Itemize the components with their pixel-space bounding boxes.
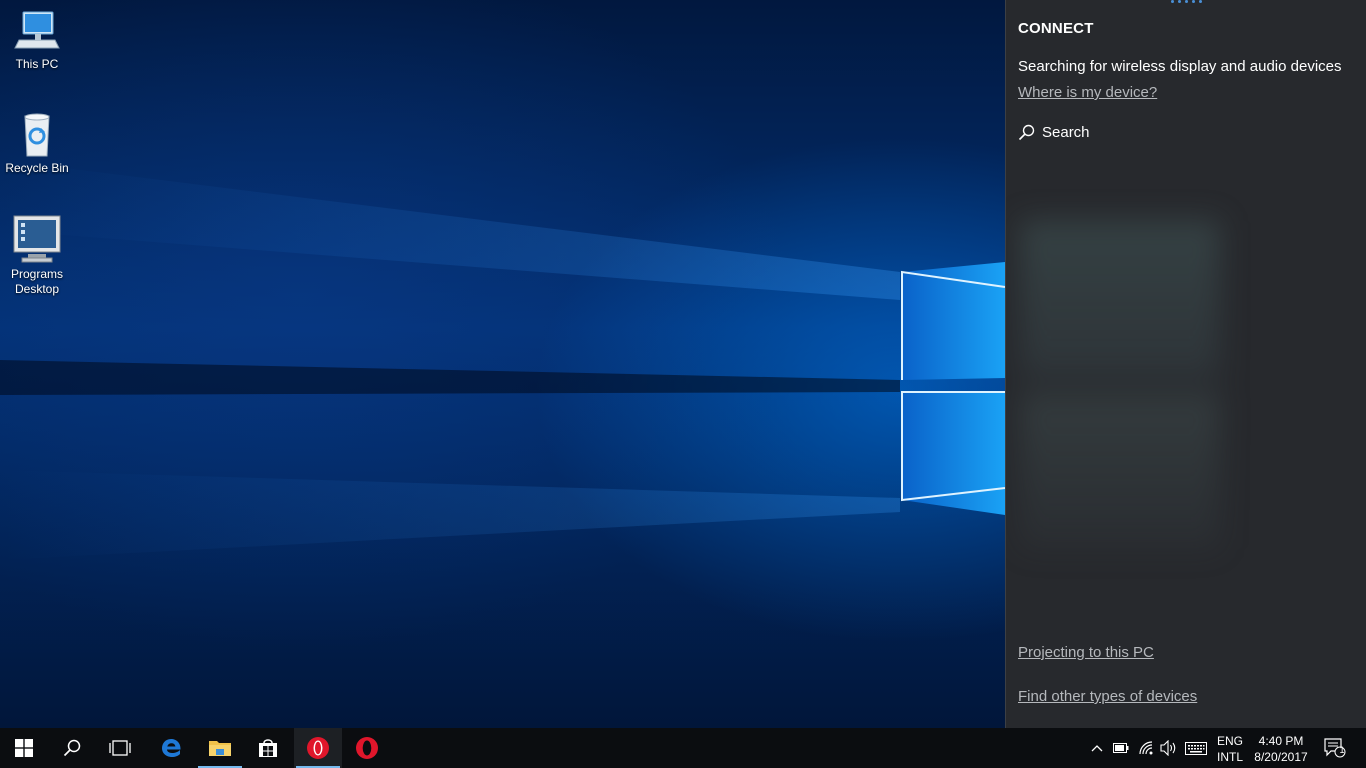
- search-button[interactable]: [48, 728, 96, 768]
- panel-title: CONNECT: [1018, 20, 1094, 37]
- desktop-icon-label: Programs Desktop: [10, 267, 63, 296]
- desktop-icon-recycle-bin[interactable]: Recycle Bin: [0, 112, 74, 176]
- store-button[interactable]: [244, 728, 292, 768]
- opera-button[interactable]: [294, 728, 342, 768]
- desktop-icon-this-pc[interactable]: This PC: [0, 10, 74, 72]
- blurred-background: [1020, 220, 1220, 550]
- clock-time: 4:40 PM: [1258, 734, 1304, 748]
- find-other-devices-link[interactable]: Find other types of devices: [1018, 688, 1197, 705]
- connect-panel: CONNECT Searching for wireless display a…: [1005, 0, 1366, 728]
- searching-progress-indicator: [1166, 0, 1206, 4]
- search-icon: [63, 739, 81, 757]
- store-icon: [259, 739, 277, 757]
- search-status-text: Searching for wireless display and audio…: [1018, 58, 1342, 75]
- battery-icon: [1113, 743, 1129, 753]
- search-icon: [1018, 124, 1035, 141]
- network-button[interactable]: [1136, 728, 1156, 768]
- speaker-icon: [1160, 740, 1176, 756]
- chevron-up-icon: [1091, 745, 1103, 752]
- windows-logo-icon: [15, 739, 33, 757]
- battery-button[interactable]: [1111, 728, 1131, 768]
- show-hidden-icons-button[interactable]: [1088, 728, 1106, 768]
- monitor-icon: [13, 215, 61, 263]
- start-button[interactable]: [0, 728, 48, 768]
- recycle-bin-icon: [24, 113, 50, 157]
- notification-count-badge: 1: [1339, 745, 1345, 755]
- language-code: ENG: [1216, 734, 1243, 748]
- keyboard-layout: INTL: [1216, 750, 1243, 764]
- file-explorer-button[interactable]: [196, 728, 244, 768]
- touch-keyboard-button[interactable]: [1183, 728, 1209, 768]
- desktop-icon-label: This PC: [15, 57, 59, 71]
- taskbar: ENG INTL 4:40 PM 8/20/2017 1: [0, 728, 1366, 768]
- search-label: Search: [1042, 124, 1090, 141]
- task-view-icon: [109, 740, 131, 756]
- action-center-button[interactable]: 1: [1318, 728, 1352, 768]
- edge-icon: [162, 739, 181, 757]
- input-language-button[interactable]: ENG INTL: [1213, 733, 1247, 765]
- folder-icon: [209, 741, 231, 756]
- desktop-icon-label: Recycle Bin: [5, 161, 69, 175]
- search-button[interactable]: Search: [1018, 124, 1090, 141]
- wifi-icon: [1139, 741, 1153, 755]
- edge-button[interactable]: [147, 728, 195, 768]
- opera-button-2[interactable]: [343, 728, 391, 768]
- opera-icon: [356, 737, 378, 759]
- opera-icon: [307, 737, 329, 759]
- volume-button[interactable]: [1158, 728, 1180, 768]
- clock-date: 8/20/2017: [1254, 750, 1308, 764]
- projecting-to-this-pc-link[interactable]: Projecting to this PC: [1018, 644, 1154, 661]
- task-view-button[interactable]: [96, 728, 144, 768]
- where-is-my-device-link[interactable]: Where is my device?: [1018, 84, 1157, 101]
- clock-button[interactable]: 4:40 PM 8/20/2017: [1250, 733, 1312, 765]
- desktop-icon-programs-desktop[interactable]: Programs Desktop: [0, 214, 74, 297]
- computer-icon: [14, 11, 60, 49]
- keyboard-icon: [1185, 741, 1207, 755]
